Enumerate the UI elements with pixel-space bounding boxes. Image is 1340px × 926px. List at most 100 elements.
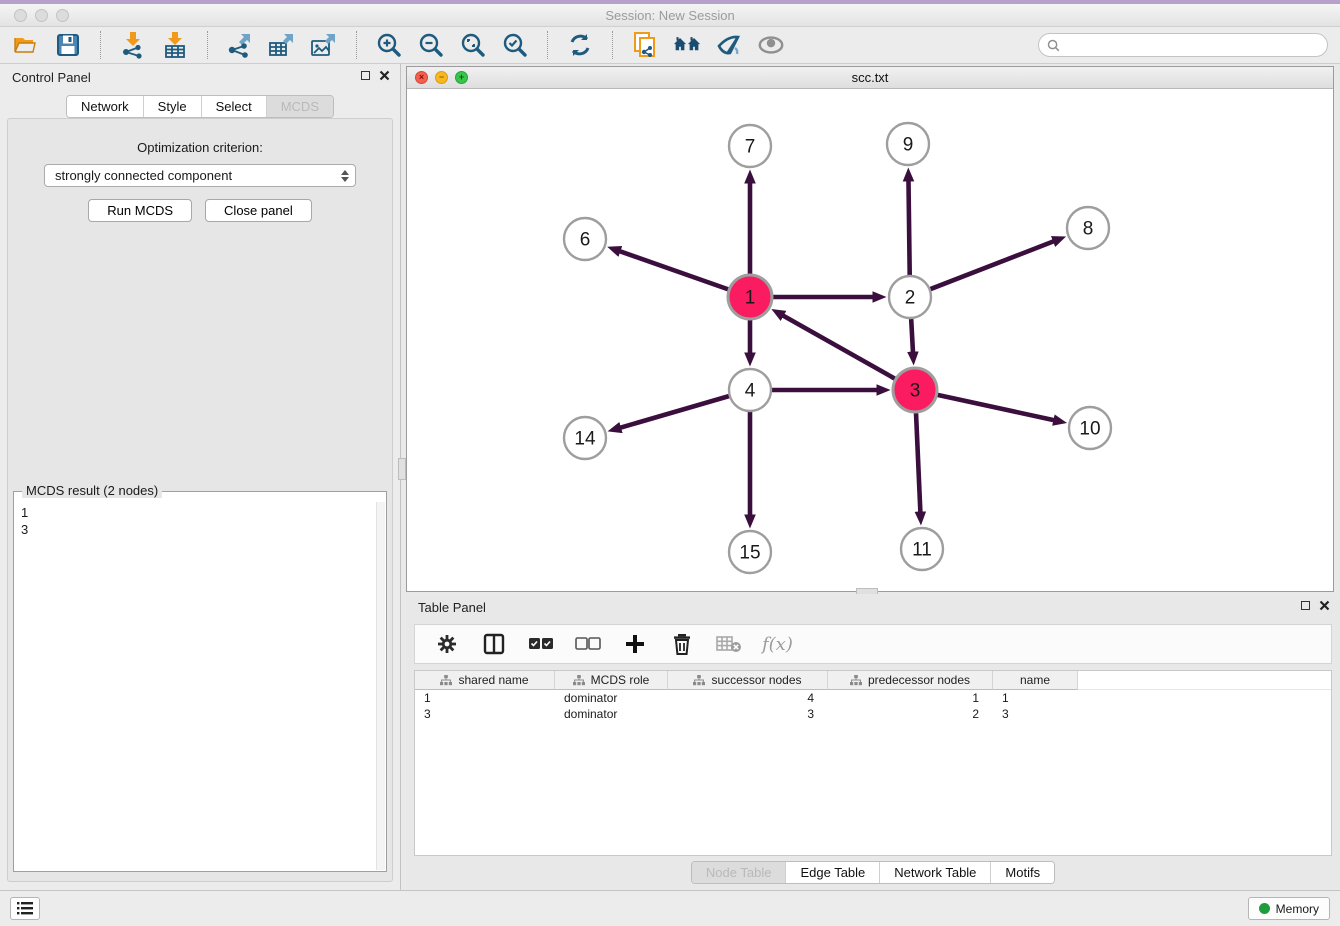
network-view-window: × − + scc.txt 7 9 6 8 1 2 4 3 14 10 15 11 — [406, 66, 1334, 592]
zoom-fit-icon[interactable] — [459, 31, 487, 59]
mcds-result-group: MCDS result (2 nodes) 1 3 — [13, 491, 387, 872]
close-panel-icon[interactable] — [379, 70, 390, 81]
export-table-icon[interactable] — [268, 31, 296, 59]
network-canvas[interactable]: 7 9 6 8 1 2 4 3 14 10 15 11 — [407, 89, 1333, 591]
node-table-body: 1dominator4113dominator323 — [415, 690, 1331, 722]
tab-select[interactable]: Select — [202, 96, 267, 117]
graph-edge-3-10[interactable] — [937, 395, 1054, 420]
column-header-shared-name[interactable]: shared name — [415, 671, 555, 690]
graph-node-7[interactable]: 7 — [729, 125, 771, 167]
graph-node-label: 8 — [1083, 219, 1094, 240]
open-file-icon[interactable] — [12, 31, 40, 59]
table-settings-icon[interactable] — [433, 630, 461, 658]
toolbar-separator — [356, 31, 357, 59]
graph-edge-2-3[interactable] — [911, 319, 913, 353]
main-toolbar — [0, 27, 1340, 64]
table-cell[interactable]: 1 — [993, 690, 1078, 706]
table-cell[interactable]: 1 — [415, 690, 555, 706]
result-line: 1 — [21, 504, 379, 521]
run-mcds-button[interactable]: Run MCDS — [88, 199, 192, 222]
memory-button[interactable]: Memory — [1248, 897, 1330, 920]
table-cell[interactable]: 3 — [993, 706, 1078, 722]
tab-node-table[interactable]: Node Table — [692, 862, 787, 883]
table-cell[interactable]: 2 — [828, 706, 993, 722]
column-header-label: shared name — [458, 673, 528, 687]
hide-selected-icon[interactable] — [715, 31, 743, 59]
show-columns-icon[interactable] — [480, 630, 508, 658]
search-input[interactable] — [1065, 35, 1327, 55]
add-column-icon[interactable] — [621, 630, 649, 658]
column-header-name[interactable]: name — [993, 671, 1078, 690]
graph-node-label: 1 — [745, 288, 756, 309]
graph-node-label: 4 — [745, 381, 756, 402]
zoom-out-icon[interactable] — [417, 31, 445, 59]
graph-node-10[interactable]: 10 — [1069, 407, 1111, 449]
export-network-icon[interactable] — [226, 31, 254, 59]
graph-edge-3-1[interactable] — [782, 315, 895, 379]
export-image-icon[interactable] — [310, 31, 338, 59]
delete-table-icon[interactable] — [715, 630, 743, 658]
vertical-splitter-handle[interactable] — [398, 458, 406, 480]
network-from-selection-icon[interactable] — [631, 31, 659, 59]
optimization-criterion-select[interactable]: strongly connected component — [44, 164, 356, 187]
tab-network-table[interactable]: Network Table — [880, 862, 991, 883]
apply-layout-icon[interactable] — [566, 31, 594, 59]
table-cell[interactable]: 4 — [668, 690, 828, 706]
app-titlebar: Session: New Session — [0, 4, 1340, 27]
tab-network[interactable]: Network — [67, 96, 144, 117]
table-cell[interactable]: 3 — [668, 706, 828, 722]
select-all-columns-icon[interactable] — [527, 630, 555, 658]
graph-node-4[interactable]: 4 — [729, 369, 771, 411]
table-cell[interactable]: dominator — [555, 706, 668, 722]
tab-motifs[interactable]: Motifs — [991, 862, 1054, 883]
close-panel-button[interactable]: Close panel — [205, 199, 312, 222]
graph-edge-3-11[interactable] — [916, 413, 920, 513]
delete-columns-icon[interactable] — [668, 630, 696, 658]
graph-node-15[interactable]: 15 — [729, 531, 771, 573]
graph-node-3[interactable]: 3 — [893, 368, 937, 412]
column-header-MCDS-role[interactable]: MCDS role — [555, 671, 668, 690]
graph-edge-2-8[interactable] — [931, 241, 1055, 289]
graph-node-8[interactable]: 8 — [1067, 207, 1109, 249]
tab-style[interactable]: Style — [144, 96, 202, 117]
show-all-icon[interactable] — [757, 31, 785, 59]
column-header-successor-nodes[interactable]: successor nodes — [668, 671, 828, 690]
import-network-icon[interactable] — [119, 31, 147, 59]
app-title: Session: New Session — [0, 8, 1340, 23]
zoom-selected-icon[interactable] — [501, 31, 529, 59]
tab-mcds[interactable]: MCDS — [267, 96, 333, 117]
first-neighbors-icon[interactable] — [673, 31, 701, 59]
close-table-panel-icon[interactable] — [1319, 600, 1330, 611]
result-scrollbar[interactable] — [376, 502, 385, 870]
float-table-panel-icon[interactable] — [1301, 601, 1310, 610]
graph-node-9[interactable]: 9 — [887, 123, 929, 165]
save-session-icon[interactable] — [54, 31, 82, 59]
graph-node-6[interactable]: 6 — [564, 218, 606, 260]
function-builder-icon[interactable]: f(x) — [762, 634, 793, 655]
unselect-all-columns-icon[interactable] — [574, 630, 602, 658]
zoom-in-icon[interactable] — [375, 31, 403, 59]
graph-node-label: 10 — [1079, 419, 1100, 440]
tab-edge-table[interactable]: Edge Table — [786, 862, 880, 883]
import-table-icon[interactable] — [161, 31, 189, 59]
table-row[interactable]: 3dominator323 — [415, 706, 1331, 722]
graph-node-1[interactable]: 1 — [728, 275, 772, 319]
graph-edge-2-9[interactable] — [908, 180, 909, 275]
float-panel-icon[interactable] — [361, 71, 370, 80]
mcds-result-text[interactable]: 1 3 — [15, 502, 385, 870]
table-cell[interactable]: 3 — [415, 706, 555, 722]
search-box[interactable] — [1038, 33, 1328, 57]
task-history-button[interactable] — [10, 897, 40, 920]
graph-node-2[interactable]: 2 — [889, 276, 931, 318]
graph-edge-1-6[interactable] — [619, 251, 728, 289]
graph-node-14[interactable]: 14 — [564, 417, 606, 459]
network-window-titlebar[interactable]: × − + scc.txt — [407, 67, 1333, 89]
column-header-predecessor-nodes[interactable]: predecessor nodes — [828, 671, 993, 690]
graph-node-11[interactable]: 11 — [901, 528, 943, 570]
table-row[interactable]: 1dominator411 — [415, 690, 1331, 706]
column-header-label: successor nodes — [711, 673, 801, 687]
toolbar-separator — [100, 31, 101, 59]
table-cell[interactable]: dominator — [555, 690, 668, 706]
table-cell[interactable]: 1 — [828, 690, 993, 706]
graph-edge-4-14[interactable] — [620, 396, 729, 428]
